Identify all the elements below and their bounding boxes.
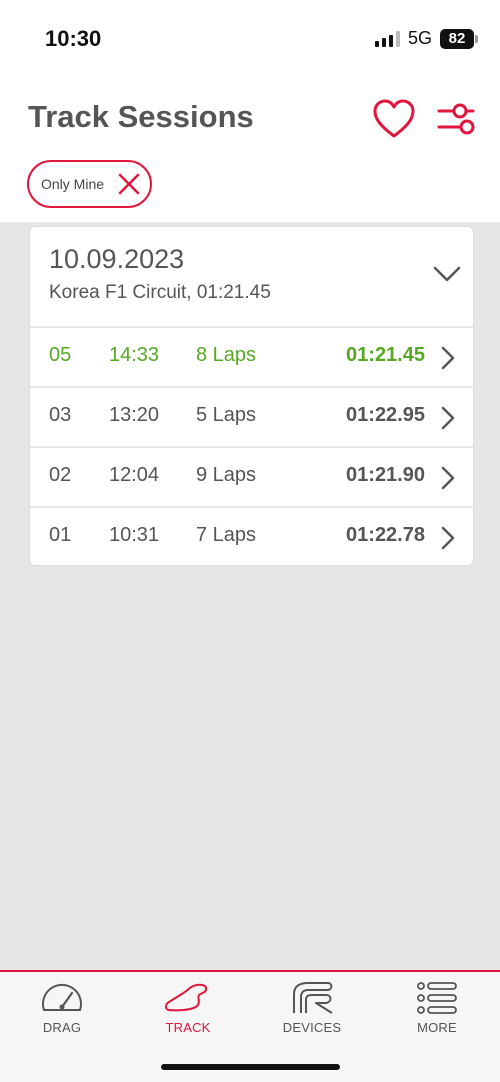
home-indicator[interactable] [161,1064,340,1070]
chevron-right-icon [441,466,455,490]
session-group-card: 10.09.2023 Korea F1 Circuit, 01:21.45 05… [29,226,474,566]
session-number: 01 [49,524,72,546]
chevron-right-icon [441,526,455,550]
header-area: 10:30 5G 82 Track Sessions Only Mine [0,0,500,222]
track-icon [165,983,208,1012]
device-logo-icon [293,982,333,1014]
session-time: 10:31 [109,524,160,546]
session-best-lap: 01:21.90 [346,464,425,486]
battery-level: 82 [448,30,466,47]
session-number: 03 [49,404,72,426]
speedometer-icon [42,983,82,1011]
page-title: Track Sessions [28,99,254,134]
chip-label: Only Mine [41,176,105,192]
menu-list-icon [417,982,457,1014]
tab-label: TRACK [165,1020,211,1035]
chevron-down-icon[interactable] [433,265,461,283]
session-laps: 9 Laps [196,464,257,486]
status-time: 10:30 [45,26,102,51]
session-subtitle: Korea F1 Circuit, 01:21.45 [49,282,271,303]
session-number: 02 [49,464,72,486]
session-best-lap: 01:21.45 [346,344,425,366]
session-row[interactable]: 01 10:31 7 Laps 01:22.78 [30,506,473,565]
chevron-right-icon [441,346,455,370]
tab-label: MORE [417,1020,457,1035]
session-number: 05 [49,344,72,366]
tab-label: DEVICES [282,1020,342,1035]
session-time: 12:04 [109,464,160,486]
session-row[interactable]: 05 14:33 8 Laps 01:21.45 [30,326,473,386]
tab-more[interactable]: MORE [382,980,492,1042]
session-date: 10.09.2023 [49,244,185,274]
close-icon[interactable] [118,173,140,195]
session-best-lap: 01:22.95 [346,404,425,426]
session-laps: 8 Laps [196,344,257,366]
tab-devices[interactable]: DEVICES [257,980,367,1042]
session-laps: 5 Laps [196,404,257,426]
session-row[interactable]: 03 13:20 5 Laps 01:22.95 [30,386,473,446]
session-best-lap: 01:22.78 [346,524,425,546]
session-row[interactable]: 02 12:04 9 Laps 01:21.90 [30,446,473,506]
session-laps: 7 Laps [196,524,257,546]
signal-icon [374,30,400,47]
tab-label: DRAG [42,1020,82,1035]
heart-icon[interactable] [372,98,416,140]
chevron-right-icon [441,406,455,430]
network-type: 5G [407,28,432,48]
session-group-header[interactable]: 10.09.2023 Korea F1 Circuit, 01:21.45 [30,227,473,327]
filter-sliders-icon[interactable] [436,102,476,136]
status-indicators: 5G 82 [374,28,478,49]
tab-track[interactable]: TRACK [133,980,243,1042]
tab-drag[interactable]: DRAG [7,980,117,1042]
session-time: 14:33 [109,344,160,366]
session-time: 13:20 [109,404,160,426]
battery-icon: 82 [440,28,478,49]
only-mine-filter-chip[interactable]: Only Mine [27,160,152,208]
